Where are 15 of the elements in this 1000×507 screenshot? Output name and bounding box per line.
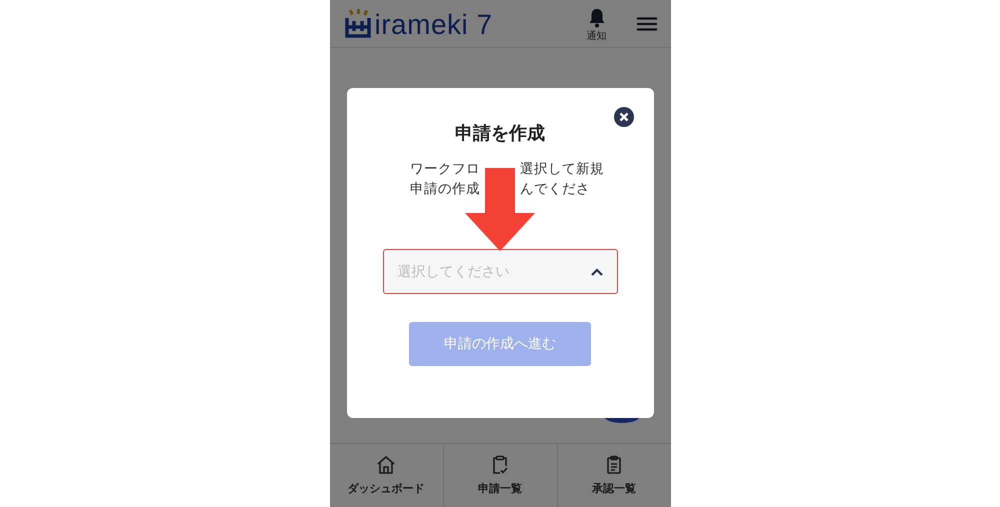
home-icon — [376, 455, 396, 475]
close-icon[interactable] — [614, 107, 634, 127]
description-text: 申請の作成 — [410, 180, 480, 199]
bell-icon[interactable] — [588, 8, 606, 28]
clipboard-check-icon — [490, 455, 510, 475]
menu-icon[interactable] — [636, 16, 656, 30]
description-text: んでくださ — [520, 180, 590, 199]
chevron-icon — [590, 268, 602, 276]
logo-text: irameki 7 — [374, 10, 493, 38]
description-text: 選択して新規 — [520, 160, 604, 179]
notification-label: 通知 — [586, 30, 606, 43]
select-placeholder: 選択してください — [398, 262, 510, 280]
logo-icon — [344, 8, 374, 38]
description-text: ワークフロ — [410, 160, 480, 179]
dialog-title: 申請を作成 — [455, 122, 545, 146]
